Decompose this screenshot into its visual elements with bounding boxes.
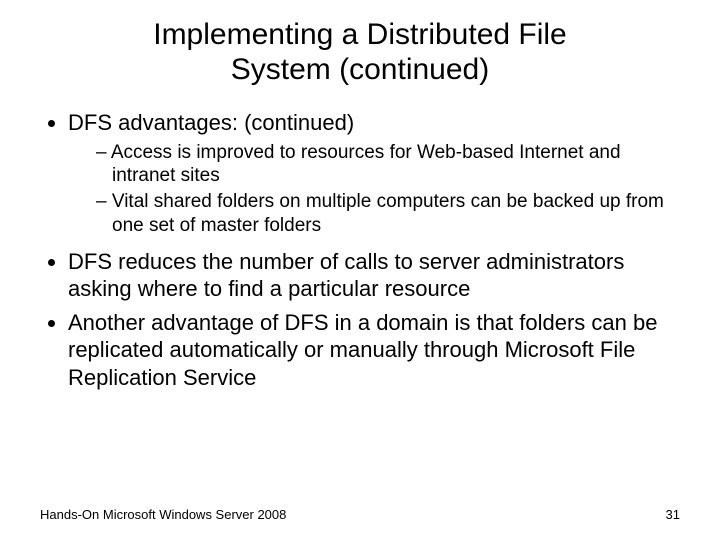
bullet-1-text: DFS advantages: (continued) [68,110,354,135]
title-line-1: Implementing a Distributed File [153,18,567,51]
bullet-3: Another advantage of DFS in a domain is … [68,309,680,392]
footer: Hands-On Microsoft Windows Server 2008 3… [40,507,680,522]
page-number: 31 [666,507,680,522]
title-line-2: System (continued) [231,53,489,86]
slide-body: DFS advantages: (continued) Access is im… [0,87,720,391]
footer-source: Hands-On Microsoft Windows Server 2008 [40,507,286,522]
slide: Implementing a Distributed File System (… [0,0,720,540]
bullet-2: DFS reduces the number of calls to serve… [68,248,680,303]
slide-title: Implementing a Distributed File System (… [0,0,720,87]
bullet-list: DFS advantages: (continued) Access is im… [40,109,680,391]
bullet-1-sublist: Access is improved to resources for Web-… [68,141,680,238]
bullet-1-sub-1: Access is improved to resources for Web-… [96,141,680,189]
bullet-1: DFS advantages: (continued) Access is im… [68,109,680,238]
bullet-1-sub-2: Vital shared folders on multiple compute… [96,190,680,238]
